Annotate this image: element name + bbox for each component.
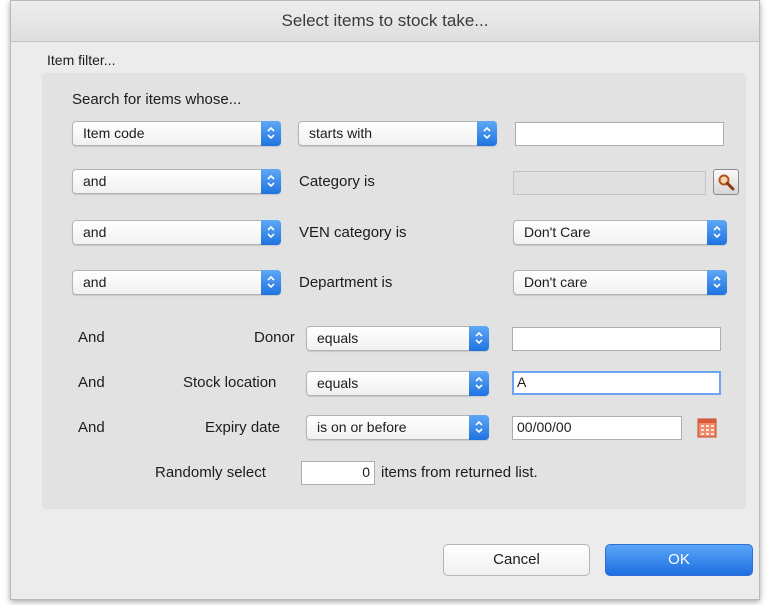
donor-operator-select[interactable]: equals — [306, 326, 489, 351]
conjunction-select-ven[interactable]: and — [72, 220, 281, 245]
expiry-operator-value: is on or before — [317, 419, 407, 435]
calendar-icon — [697, 418, 717, 438]
item-filter-label: Item filter... — [47, 52, 116, 68]
location-operator-value: equals — [317, 375, 359, 391]
donor-label: Donor — [254, 329, 295, 346]
chevron-updown-icon — [261, 121, 281, 146]
chevron-updown-icon — [477, 121, 497, 146]
ven-category-select[interactable]: Don't Care — [513, 220, 727, 245]
category-lookup-button[interactable] — [713, 169, 739, 195]
chevron-updown-icon — [469, 371, 489, 396]
item-filter-group: Search for items whose... Item code star… — [42, 73, 746, 509]
magnifier-icon — [718, 174, 735, 191]
conjunction-value: and — [83, 173, 107, 189]
chevron-updown-icon — [469, 326, 489, 351]
ven-category-value: Don't Care — [524, 224, 591, 240]
chevron-updown-icon — [707, 220, 727, 245]
category-field — [513, 171, 706, 195]
donor-and-label: And — [78, 329, 105, 346]
ven-category-label: VEN category is — [299, 224, 407, 241]
conjunction-value: and — [83, 274, 107, 290]
department-label: Department is — [299, 274, 393, 291]
conjunction-select-department[interactable]: and — [72, 270, 281, 295]
department-select[interactable]: Don't care — [513, 270, 727, 295]
donor-operator-value: equals — [317, 330, 359, 346]
search-heading: Search for items whose... — [72, 91, 242, 108]
chevron-updown-icon — [469, 415, 489, 440]
expiry-and-label: And — [78, 419, 105, 436]
location-and-label: And — [78, 374, 105, 391]
department-value: Don't care — [524, 274, 588, 290]
random-count-input[interactable]: 0 — [301, 461, 375, 485]
donor-input[interactable] — [512, 327, 721, 351]
operator-select[interactable]: starts with — [298, 121, 497, 146]
conjunction-select-category[interactable]: and — [72, 169, 281, 194]
dialog-window: Select items to stock take... Item filte… — [10, 0, 760, 600]
cancel-button[interactable]: Cancel — [443, 544, 590, 576]
random-select-suffix: items from returned list. — [381, 464, 538, 481]
stock-location-label: Stock location — [183, 374, 277, 391]
expiry-date-input[interactable]: 00/00/00 — [512, 416, 682, 440]
expiry-operator-select[interactable]: is on or before — [306, 415, 489, 440]
expiry-date-label: Expiry date — [205, 419, 281, 436]
chevron-updown-icon — [261, 270, 281, 295]
random-select-label: Randomly select — [155, 464, 266, 481]
category-label: Category is — [299, 173, 375, 190]
field-select-value: Item code — [83, 125, 145, 141]
conjunction-value: and — [83, 224, 107, 240]
item-code-input[interactable] — [515, 122, 724, 146]
field-select[interactable]: Item code — [72, 121, 281, 146]
chevron-updown-icon — [261, 220, 281, 245]
stock-location-input[interactable]: A — [512, 371, 721, 395]
chevron-updown-icon — [261, 169, 281, 194]
ok-button[interactable]: OK — [605, 544, 753, 576]
operator-select-value: starts with — [309, 125, 373, 141]
chevron-updown-icon — [707, 270, 727, 295]
window-title: Select items to stock take... — [11, 1, 759, 42]
location-operator-select[interactable]: equals — [306, 371, 489, 396]
calendar-button[interactable] — [696, 417, 718, 439]
